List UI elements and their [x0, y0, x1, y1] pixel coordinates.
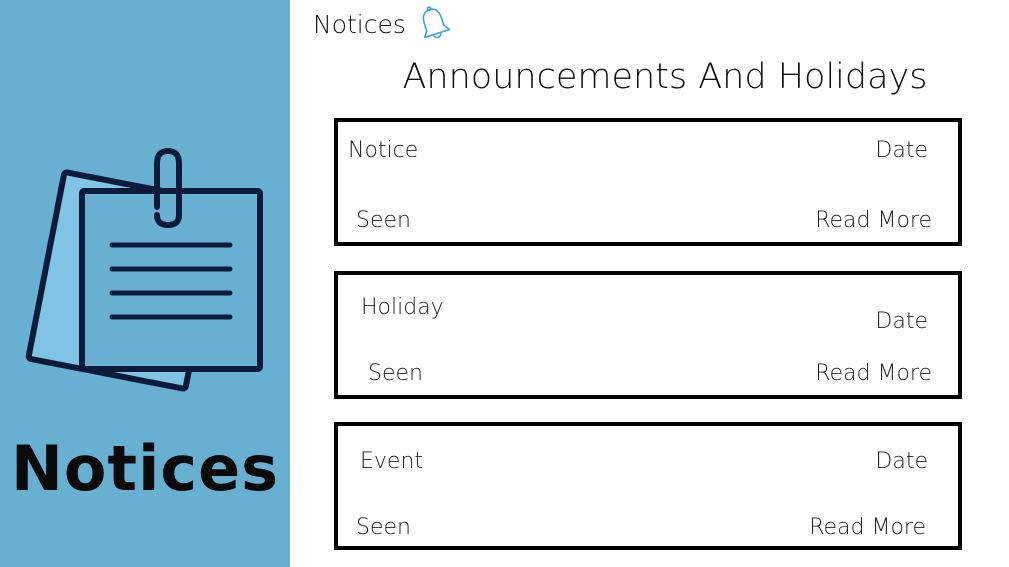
card-type-label: Event	[360, 449, 424, 474]
holiday-card[interactable]: Holiday Date Seen Read More	[334, 271, 962, 399]
card-date-label: Date	[875, 309, 928, 334]
card-type-label: Holiday	[361, 295, 444, 320]
announcements-heading: Announcements And Holidays	[402, 57, 928, 97]
card-date-label: Date	[875, 138, 928, 163]
sidebar-title: Notices	[10, 432, 280, 505]
card-seen-label: Seen	[356, 515, 411, 540]
card-type-label: Notice	[348, 138, 419, 163]
card-seen-label: Seen	[356, 208, 411, 233]
sticky-notes-icon	[25, 147, 263, 392]
page-title: Notices	[313, 10, 406, 39]
bell-icon[interactable]	[416, 4, 452, 44]
read-more-link[interactable]: Read More	[815, 208, 932, 233]
card-date-label: Date	[875, 449, 928, 474]
read-more-link[interactable]: Read More	[809, 515, 926, 540]
notice-card[interactable]: Notice Date Seen Read More	[334, 118, 962, 246]
sidebar: Notices	[0, 0, 290, 567]
card-seen-label: Seen	[368, 361, 423, 386]
read-more-link[interactable]: Read More	[815, 361, 932, 386]
event-card[interactable]: Event Date Seen Read More	[334, 422, 962, 550]
